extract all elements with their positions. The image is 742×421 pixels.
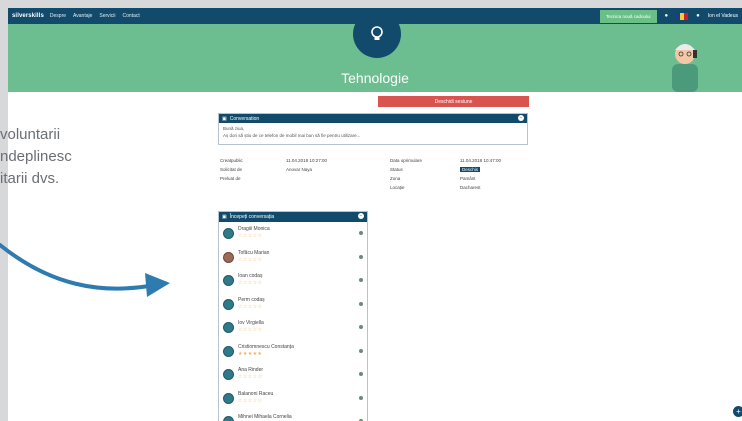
pointer-arrow-icon — [0, 243, 170, 297]
status-dot-icon — [359, 278, 363, 282]
promo-line-2: ndeplinesc — [0, 148, 72, 165]
avatar — [223, 228, 234, 239]
bell-icon[interactable]: ● — [665, 13, 669, 19]
volunteer-name: Mihnei Mihaela Cornelia — [238, 414, 292, 420]
location-label: Locație — [390, 185, 405, 190]
status-dot-icon — [359, 348, 363, 353]
avatar — [223, 322, 234, 333]
plus-icon[interactable]: + — [733, 406, 742, 417]
nav-link-servicii[interactable]: Servicii — [99, 13, 115, 19]
status-label: Status — [390, 167, 403, 172]
avatar — [223, 251, 234, 263]
list-item[interactable]: Tofăcu Marian ☆☆☆☆☆ — [219, 246, 367, 270]
promo-line-3: itarii dvs. — [0, 170, 60, 187]
list-item[interactable]: Iov Virgiella ☆☆☆☆☆ — [219, 316, 367, 340]
collapse-icon[interactable]: − — [358, 213, 364, 219]
nav-link-avantaje[interactable]: Avantaje — [73, 13, 92, 19]
avatar — [223, 275, 234, 286]
rating-stars: ☆☆☆☆☆ — [238, 233, 263, 239]
status-dot-icon — [359, 325, 363, 329]
conversations-title: Începeți conversația — [229, 214, 275, 220]
avatar — [223, 298, 234, 310]
volunteer-name: Balanoni Raceu — [238, 390, 274, 397]
logo[interactable]: silverskills — [12, 13, 44, 19]
created-value: 11.04.2018 10:27:00 — [286, 158, 327, 163]
list-item[interactable]: Dragiii Monica ☆☆☆☆☆ — [219, 222, 367, 246]
nav-link-contact[interactable]: Contact — [123, 13, 140, 19]
rating-stars: ☆☆☆☆☆ — [238, 280, 263, 286]
nav-link-despre[interactable]: Despre — [50, 13, 66, 19]
volunteer-name: Cristiomnescu Constanța — [238, 343, 294, 350]
volunteer-name: Dragiii Monica — [238, 226, 270, 232]
list-item[interactable]: Ioan codaș ☆☆☆☆☆ — [219, 269, 367, 293]
rating-stars: ☆☆☆☆☆ — [238, 397, 263, 404]
area-label: Zona — [390, 176, 401, 181]
user-menu[interactable]: Ion el Vadeus — [708, 13, 738, 19]
properties: Creatpublic 11.04.2018 10:27:00 Data opr… — [220, 158, 530, 194]
avatar — [223, 392, 234, 404]
location-value: Dacharest — [460, 185, 481, 190]
expired-label: Data oprimulare — [390, 158, 423, 163]
status-dot-icon — [359, 372, 363, 376]
list-item[interactable]: Cristiomnescu Constanța ★★★★★ — [219, 340, 367, 364]
promo-text: voluntarii ndeplinesc itarii dvs. — [0, 124, 120, 190]
details-panel-header: ▣ Conversation − — [219, 114, 527, 123]
area-value: Pamânt — [460, 176, 476, 181]
volunteer-name: Perm codaș — [238, 296, 265, 303]
sponsor-label: Solicitat de — [220, 167, 243, 172]
list-item[interactable]: Mihnei Mihaela Cornelia ☆☆☆☆☆ — [219, 410, 367, 421]
list-item[interactable]: Ana Rinder ☆☆☆☆☆ — [219, 363, 367, 387]
volunteer-name: Ioan codaș — [238, 273, 263, 279]
volunteer-name: Tofăcu Marian — [238, 249, 270, 256]
conversations-panel: ▣ Începeți conversația − Dragiii Monica … — [218, 211, 368, 421]
message-line-2: Aș dori să știu de ce telefon de mobil m… — [223, 132, 361, 138]
expired-value: 11.04.2018 10:47:00 — [460, 158, 501, 163]
hero-banner: Tehnologie — [8, 10, 742, 92]
lightbulb-icon — [353, 10, 401, 58]
list-item[interactable]: Balanoni Raceu ☆☆☆☆☆ — [219, 387, 367, 411]
rating-stars: ☆☆☆☆☆ — [238, 256, 263, 263]
volunteer-name: Ana Rinder — [238, 367, 264, 373]
sponsor-value: Anovar Naya — [286, 167, 313, 172]
language-flag-icon[interactable] — [676, 12, 689, 20]
close-session-button[interactable]: Deschidi sesiune — [378, 96, 529, 107]
status-dot-icon — [359, 301, 363, 306]
settings-icon[interactable]: ● — [696, 13, 700, 19]
collapse-icon[interactable]: − — [518, 115, 524, 121]
navbar-right: Tecnica nouă cadoului ● ● Ion el Vadeus — [599, 8, 738, 24]
avatar — [223, 416, 234, 421]
status-badge: Deschis — [460, 167, 481, 172]
rating-stars: ☆☆☆☆☆ — [238, 374, 263, 380]
status-dot-icon — [359, 254, 363, 259]
message-body: Bună ziua, Aș dori să știu de ce telefon… — [219, 123, 527, 144]
rating-stars: ★★★★★ — [238, 350, 263, 357]
taken-label: Preluat de — [220, 176, 241, 181]
list-item[interactable]: Perm codaș ☆☆☆☆☆ — [219, 293, 367, 317]
avatar — [223, 345, 234, 357]
details-panel: ▣ Conversation − Bună ziua, Aș dori să ș… — [218, 113, 528, 145]
details-panel-title: Conversation — [229, 115, 260, 122]
rating-stars: ☆☆☆☆☆ — [238, 327, 263, 333]
cta-button[interactable]: Tecnica nouă cadoului — [599, 9, 657, 23]
chat-icon: ▣ — [222, 214, 227, 220]
volunteer-name: Iov Virgiella — [238, 320, 264, 326]
rating-stars: ☆☆☆☆☆ — [238, 303, 263, 310]
status-dot-icon — [359, 395, 363, 400]
page-title: Tehnologie — [341, 70, 409, 86]
conversations-header: ▣ Începeți conversația − — [219, 212, 367, 222]
avatar — [223, 369, 234, 380]
chat-icon: ▣ — [222, 115, 227, 122]
created-label: Creatpublic — [220, 158, 243, 163]
elder-illustration — [672, 44, 698, 92]
status-dot-icon — [359, 231, 363, 235]
promo-line-1: voluntarii — [0, 126, 61, 143]
